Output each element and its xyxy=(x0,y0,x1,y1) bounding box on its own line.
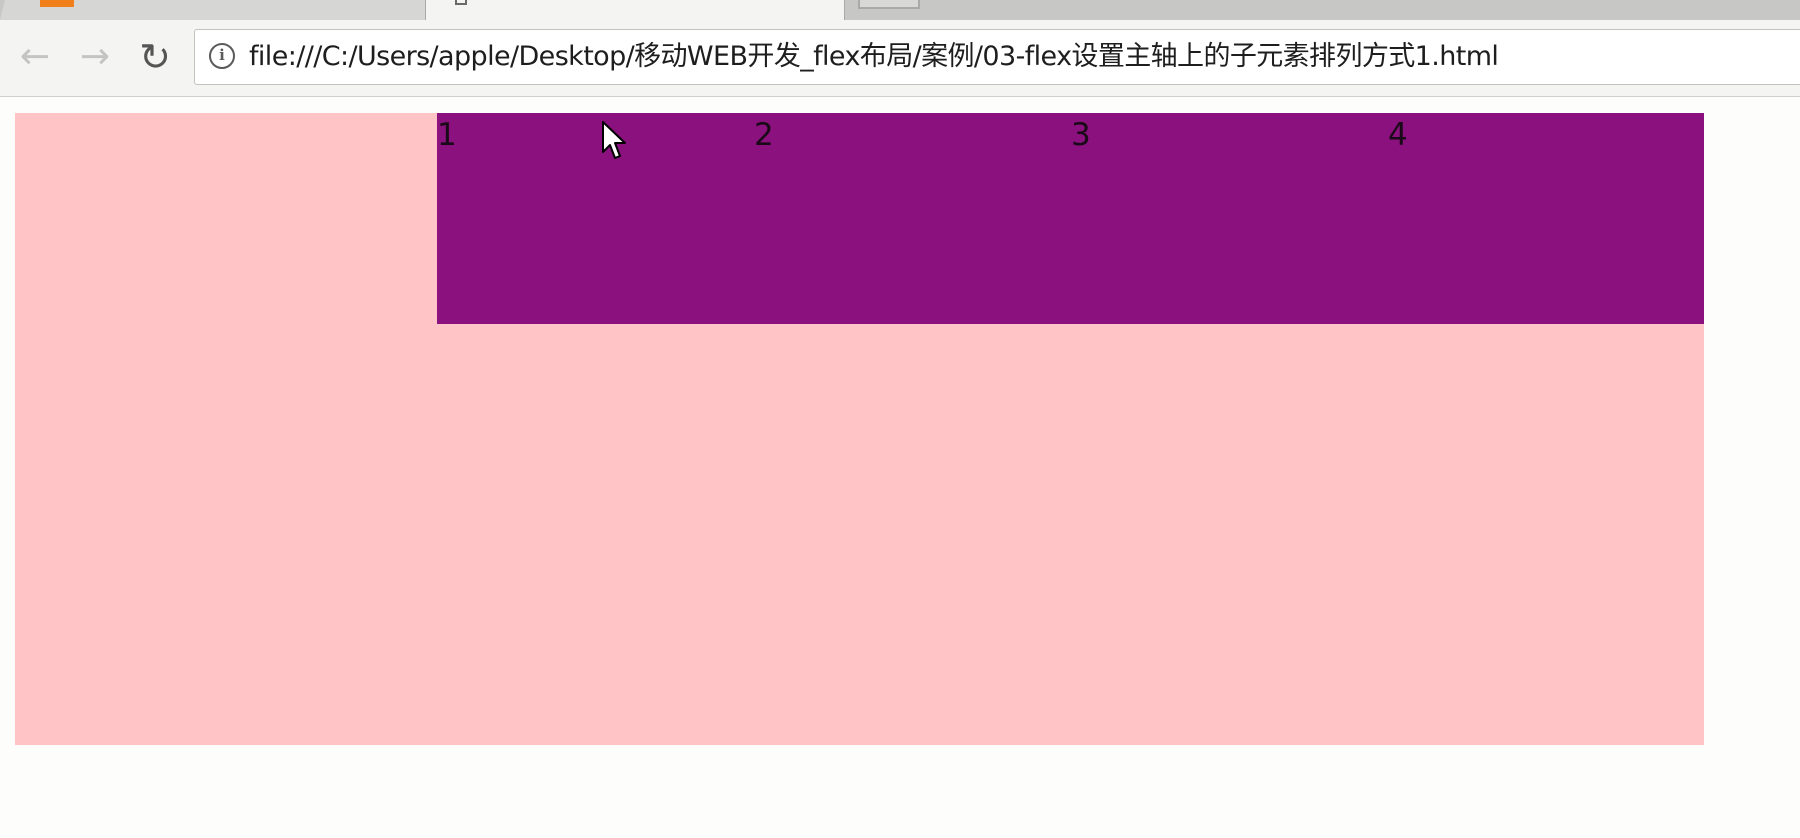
back-arrow-icon[interactable]: ← xyxy=(14,36,56,78)
browser-toolbar: ← → ↻ i file:///C:/Users/apple/Desktop/移… xyxy=(0,20,1800,97)
flex-item-3: 3 xyxy=(1071,117,1091,153)
tab-favicon-icon xyxy=(40,0,74,7)
flex-item-1: 1 xyxy=(437,117,457,153)
new-tab-button[interactable] xyxy=(858,0,920,9)
flex-item-2: 2 xyxy=(754,117,774,153)
browser-tab-active[interactable] xyxy=(425,0,845,20)
forward-arrow-icon[interactable]: → xyxy=(74,36,116,78)
reload-icon[interactable]: ↻ xyxy=(134,36,176,78)
page-favicon-icon xyxy=(455,0,467,5)
url-text[interactable]: file:///C:/Users/apple/Desktop/移动WEB开发_f… xyxy=(249,30,1499,84)
flex-item-4: 4 xyxy=(1388,117,1408,153)
tab-strip xyxy=(0,0,1800,20)
page-viewport: 1 2 3 4 xyxy=(0,97,1800,838)
mouse-cursor-icon xyxy=(602,121,626,159)
flex-container: 1 2 3 4 xyxy=(15,113,1704,745)
info-icon[interactable]: i xyxy=(209,43,235,69)
address-bar[interactable]: i file:///C:/Users/apple/Desktop/移动WEB开发… xyxy=(194,29,1800,85)
